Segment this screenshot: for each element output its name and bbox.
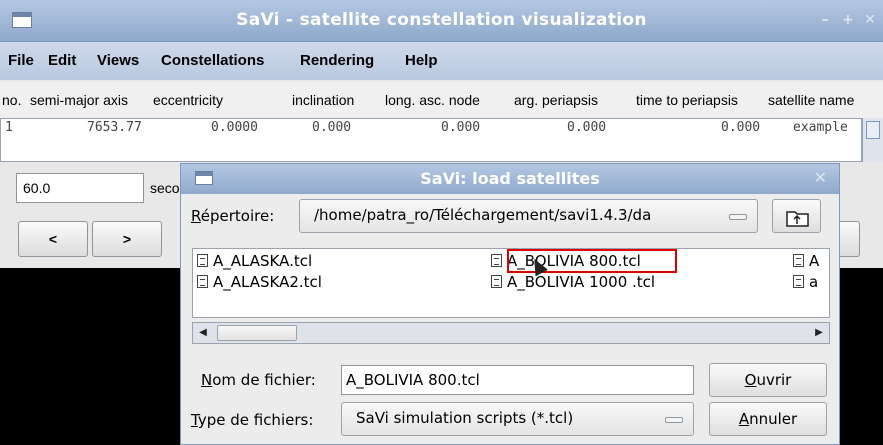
list-item-selected[interactable]: A_BOLIVIA 800.tcl bbox=[491, 252, 641, 270]
table-cell: 0.000 bbox=[567, 120, 607, 135]
list-item[interactable]: A_BOLIVIA 1000 .tcl bbox=[491, 273, 655, 291]
table-cell: 0.0000 bbox=[211, 120, 258, 135]
menu-edit[interactable]: Edit bbox=[48, 52, 76, 69]
step-forward-button[interactable]: > bbox=[92, 221, 162, 257]
scroll-right-icon[interactable]: ▶ bbox=[812, 326, 826, 340]
menu-rendering[interactable]: Rendering bbox=[300, 52, 374, 69]
dialog-title: SaVi: load satellites bbox=[420, 169, 600, 188]
directory-combobox[interactable]: /home/patra_ro/Téléchargement/savi1.4.3/… bbox=[299, 199, 758, 233]
directory-label: Répertoire: bbox=[191, 207, 275, 225]
menu-views[interactable]: Views bbox=[97, 52, 139, 69]
file-icon bbox=[793, 275, 804, 288]
menu-constellations[interactable]: Constellations bbox=[161, 52, 264, 69]
time-step-input[interactable]: 60.0 bbox=[16, 173, 144, 203]
load-satellites-dialog: SaVi: load satellites ✕ Répertoire: /hom… bbox=[180, 163, 840, 445]
maximize-icon[interactable]: + bbox=[838, 10, 858, 30]
cancel-button[interactable]: Annuler bbox=[709, 402, 827, 436]
list-item[interactable]: A_ALASKA.tcl bbox=[197, 252, 312, 270]
column-header[interactable]: semi-major axis bbox=[30, 92, 128, 108]
menubar: File Edit Views Constellations Rendering… bbox=[0, 42, 883, 80]
main-window-title: SaVi - satellite constellation visualiza… bbox=[236, 10, 647, 30]
file-icon bbox=[793, 254, 804, 267]
chevron-down-icon bbox=[729, 214, 747, 220]
dialog-titlebar[interactable]: SaVi: load satellites ✕ bbox=[181, 164, 839, 194]
main-titlebar[interactable]: SaVi - satellite constellation visualiza… bbox=[0, 0, 883, 42]
step-back-button[interactable]: < bbox=[18, 221, 88, 257]
chevron-down-icon bbox=[665, 417, 683, 423]
filename-label: Nom de fichier: bbox=[201, 371, 316, 389]
menu-file[interactable]: File bbox=[8, 52, 34, 69]
file-icon bbox=[197, 275, 208, 288]
column-header[interactable]: long. asc. node bbox=[385, 92, 480, 108]
folder-up-icon bbox=[786, 211, 809, 227]
seconds-label: seco bbox=[150, 180, 180, 196]
open-button[interactable]: Ouvrir bbox=[709, 363, 827, 397]
table-header: no. semi-major axis eccentricity inclina… bbox=[0, 82, 883, 118]
filetype-value: SaVi simulation scripts (*.tcl) bbox=[356, 409, 574, 427]
scroll-left-icon[interactable]: ◀ bbox=[196, 326, 210, 340]
file-icon bbox=[491, 254, 502, 267]
close-icon[interactable]: ✕ bbox=[814, 168, 827, 187]
table-cell: 0.000 bbox=[721, 120, 761, 135]
list-item[interactable]: a bbox=[793, 273, 818, 291]
scroll-up-icon[interactable] bbox=[866, 121, 880, 139]
table-row[interactable]: 1 7653.77 0.0000 0.000 0.000 0.000 0.000… bbox=[0, 118, 862, 162]
file-list[interactable]: A_ALASKA.tcl A_ALASKA2.tcl A_BOLIVIA 800… bbox=[192, 248, 830, 318]
column-header[interactable]: no. bbox=[2, 92, 21, 108]
menu-help[interactable]: Help bbox=[405, 52, 438, 69]
parent-folder-button[interactable] bbox=[772, 199, 821, 233]
column-header[interactable]: time to periapsis bbox=[636, 92, 738, 108]
minimize-icon[interactable]: – bbox=[815, 10, 835, 30]
vertical-scrollbar[interactable] bbox=[862, 118, 883, 162]
filetype-combobox[interactable]: SaVi simulation scripts (*.tcl) bbox=[341, 402, 694, 436]
table-cell: 0.000 bbox=[441, 120, 481, 135]
column-header[interactable]: eccentricity bbox=[153, 92, 223, 108]
scrollbar-thumb[interactable] bbox=[217, 325, 297, 341]
filetype-label: Type de fichiers: bbox=[191, 411, 314, 429]
list-item[interactable]: A_ALASKA2.tcl bbox=[197, 273, 322, 291]
list-item[interactable]: A bbox=[793, 252, 819, 270]
close-icon[interactable]: ✕ bbox=[860, 10, 880, 30]
column-header[interactable]: inclination bbox=[292, 92, 354, 108]
file-icon bbox=[197, 254, 208, 267]
file-icon bbox=[491, 275, 502, 288]
table-cell: 7653.77 bbox=[87, 120, 142, 135]
directory-path: /home/patra_ro/Téléchargement/savi1.4.3/… bbox=[314, 206, 652, 224]
table-cell: 0.000 bbox=[312, 120, 352, 135]
horizontal-scrollbar[interactable]: ◀ ▶ bbox=[192, 322, 830, 344]
filename-input[interactable]: A_BOLIVIA 800.tcl bbox=[341, 365, 694, 395]
column-header[interactable]: arg. periapsis bbox=[514, 92, 598, 108]
table-cell: example bbox=[793, 120, 848, 135]
column-header[interactable]: satellite name bbox=[768, 92, 854, 108]
table-cell: 1 bbox=[5, 120, 13, 135]
